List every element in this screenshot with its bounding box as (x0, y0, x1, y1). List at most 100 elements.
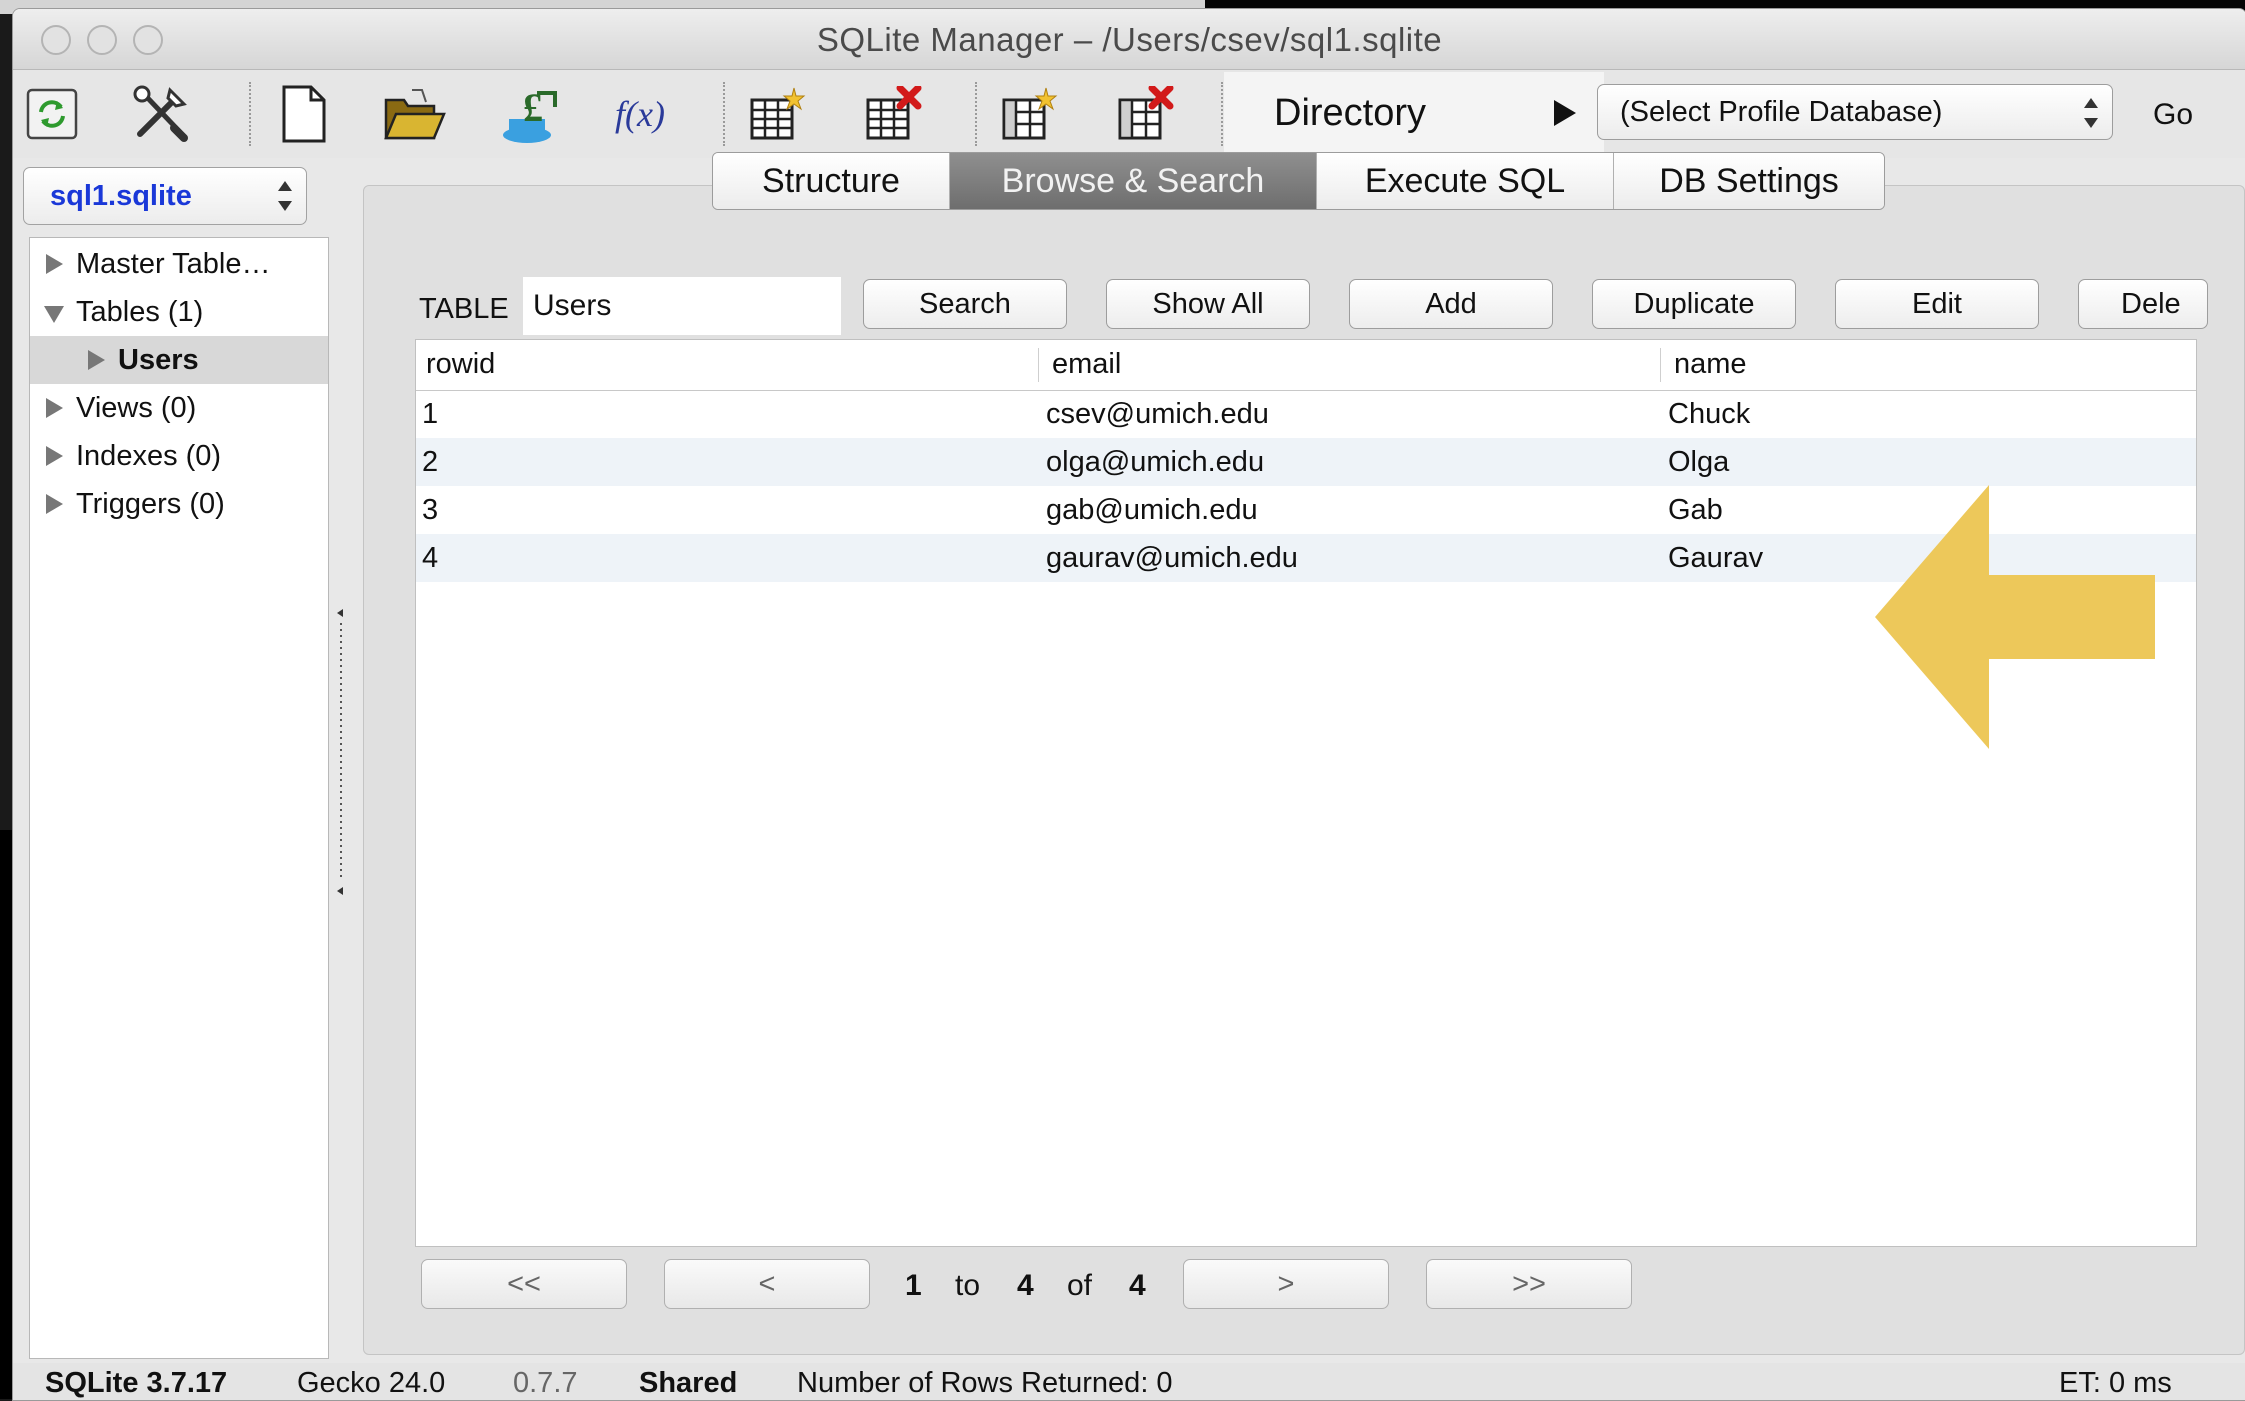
table-label: TABLE (419, 293, 509, 325)
cell-email: gab@umich.edu (1046, 494, 1258, 526)
go-button[interactable]: Go (2153, 98, 2193, 132)
cell-rowid: 1 (422, 398, 439, 430)
cell-rowid: 3 (422, 494, 439, 526)
expand-arrow-icon[interactable] (88, 350, 105, 370)
sidebar-splitter[interactable] (333, 609, 349, 899)
expand-arrow-icon[interactable] (46, 494, 63, 514)
cell-email: csev@umich.edu (1046, 398, 1269, 430)
tree-item-views[interactable]: Views (0) (30, 384, 328, 432)
page-of-label: of (1067, 1269, 1093, 1302)
settings-tools-icon[interactable] (127, 81, 193, 147)
cell-email: gaurav@umich.edu (1046, 542, 1298, 574)
delete-button[interactable]: Dele (2078, 279, 2208, 329)
cell-name: Gab (1668, 494, 1723, 526)
extension-version: 0.7.7 (513, 1367, 578, 1399)
tree-item-label: Users (118, 344, 199, 376)
status-bar: SQLite 3.7.17 Gecko 24.0 0.7.7 Shared Nu… (13, 1363, 2245, 1400)
previous-page-button[interactable]: < (664, 1259, 870, 1309)
column-divider[interactable] (1660, 348, 1661, 382)
column-header-rowid[interactable]: rowid (426, 340, 495, 388)
schema-tree: Master Table… Tables (1) Users Views (0)… (29, 237, 329, 1359)
tab-bar: Structure Browse & Search Execute SQL DB… (712, 152, 1885, 210)
expand-arrow-icon[interactable] (46, 254, 63, 274)
window-title: SQLite Manager – /Users/csev/sql1.sqlite (816, 21, 1443, 58)
tree-item-label: Tables (1) (76, 296, 204, 328)
select-stepper-icon (278, 181, 292, 211)
tab-browse-search[interactable]: Browse & Search (950, 153, 1317, 209)
toolbar: £ f(x) Directory (Select Profile Databas… (13, 70, 2245, 158)
directory-button[interactable]: Directory (1224, 72, 1604, 154)
page-total: 4 (1129, 1269, 1146, 1302)
table-name-field[interactable]: Users (523, 277, 841, 335)
highlight-arrow-icon (1875, 485, 2155, 749)
function-icon[interactable]: f(x) (607, 81, 673, 147)
tree-item-tables[interactable]: Tables (1) (30, 288, 328, 336)
tree-item-indexes[interactable]: Indexes (0) (30, 432, 328, 480)
expand-arrow-icon[interactable] (46, 398, 63, 418)
export-icon[interactable]: £ (497, 81, 563, 147)
elapsed-time-status: ET: 0 ms (2059, 1367, 2172, 1399)
tab-structure[interactable]: Structure (713, 153, 950, 209)
open-mode-status: Shared (639, 1367, 738, 1399)
profile-database-value: (Select Profile Database) (1620, 96, 1943, 128)
new-database-icon[interactable] (271, 81, 337, 147)
play-arrow-icon (1554, 100, 1576, 126)
cell-name: Chuck (1668, 398, 1751, 430)
drop-index-icon[interactable] (1111, 81, 1177, 147)
cell-email: olga@umich.edu (1046, 446, 1265, 478)
cell-name: Olga (1668, 446, 1730, 478)
expand-arrow-icon[interactable] (46, 446, 63, 466)
page-to-label: to (955, 1269, 981, 1302)
cell-rowid: 4 (422, 542, 439, 574)
table-row[interactable]: 2 olga@umich.edu Olga (416, 438, 2196, 486)
toolbar-separator (975, 82, 977, 146)
select-stepper-icon (2084, 98, 2098, 128)
edit-button[interactable]: Edit (1835, 279, 2039, 329)
function-label: f(x) (615, 94, 665, 134)
add-button[interactable]: Add (1349, 279, 1553, 329)
database-select[interactable]: sql1.sqlite (23, 167, 307, 225)
directory-label: Directory (1274, 91, 1427, 134)
sqlite-manager-window: SQLite Manager – /Users/csev/sql1.sqlite (12, 8, 2245, 1401)
title-bar: SQLite Manager – /Users/csev/sql1.sqlite (13, 9, 2245, 70)
cell-rowid: 2 (422, 446, 439, 478)
search-button[interactable]: Search (863, 279, 1067, 329)
cell-name: Gaurav (1668, 542, 1764, 574)
grid-header: rowid email name (416, 340, 2196, 391)
tree-item-label: Views (0) (76, 392, 197, 424)
toolbar-separator (723, 82, 725, 146)
last-page-button[interactable]: >> (1426, 1259, 1632, 1309)
table-row[interactable]: 1 csev@umich.edu Chuck (416, 390, 2196, 438)
gecko-version: Gecko 24.0 (297, 1367, 446, 1399)
first-page-button[interactable]: << (421, 1259, 627, 1309)
sqlite-version: SQLite 3.7.17 (45, 1367, 228, 1399)
tree-item-triggers[interactable]: Triggers (0) (30, 480, 328, 528)
tree-item-label: Indexes (0) (76, 440, 222, 472)
toolbar-separator (249, 82, 251, 146)
page-from: 1 (905, 1269, 922, 1302)
database-select-value: sql1.sqlite (50, 180, 192, 212)
create-index-icon[interactable] (995, 81, 1061, 147)
show-all-button[interactable]: Show All (1106, 279, 1310, 329)
data-grid: rowid email name 1 csev@umich.edu Chuck … (415, 339, 2197, 1247)
tree-item-label: Triggers (0) (76, 488, 225, 520)
tab-db-settings[interactable]: DB Settings (1614, 153, 1884, 209)
tab-execute-sql[interactable]: Execute SQL (1317, 153, 1614, 209)
tree-item-master-table[interactable]: Master Table… (30, 240, 328, 288)
rows-returned-status: Number of Rows Returned: 0 (797, 1367, 1173, 1399)
tree-item-label: Master Table… (76, 248, 271, 280)
refresh-icon[interactable] (19, 81, 85, 147)
column-divider[interactable] (1038, 348, 1039, 382)
open-database-icon[interactable] (381, 81, 447, 147)
column-header-name[interactable]: name (1674, 340, 1747, 388)
create-table-icon[interactable] (743, 81, 809, 147)
toolbar-separator (1221, 82, 1223, 146)
next-page-button[interactable]: > (1183, 1259, 1389, 1309)
duplicate-button[interactable]: Duplicate (1592, 279, 1796, 329)
page-to: 4 (1017, 1269, 1034, 1302)
collapse-arrow-icon[interactable] (44, 306, 64, 323)
drop-table-icon[interactable] (859, 81, 925, 147)
profile-database-select[interactable]: (Select Profile Database) (1597, 84, 2113, 140)
column-header-email[interactable]: email (1052, 340, 1121, 388)
tree-item-users[interactable]: Users (30, 336, 328, 384)
